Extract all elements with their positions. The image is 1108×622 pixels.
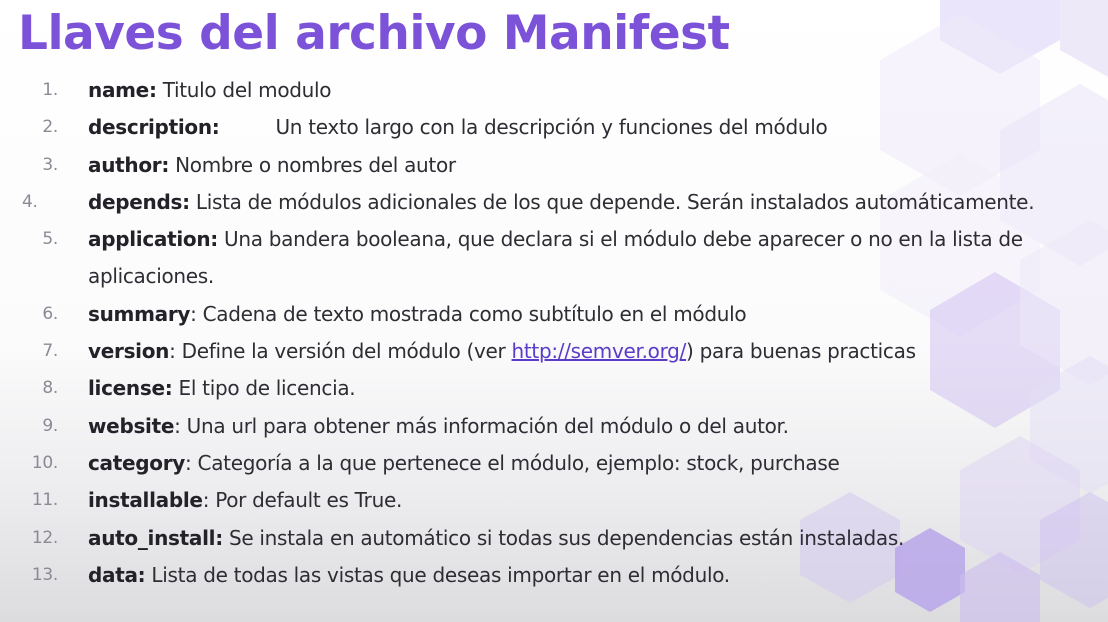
item-key: description:	[88, 115, 220, 140]
item-key: author:	[88, 152, 170, 177]
list-item-auto-install: 12. auto_install: Se instala en automáti…	[0, 520, 1050, 557]
item-key: name:	[88, 78, 157, 102]
list-item-application: 5. application: Una bandera booleana, qu…	[0, 221, 1050, 296]
item-description: Lista de módulos adicionales de los que …	[189, 189, 1035, 214]
item-key: version	[88, 339, 170, 364]
semver-link[interactable]: http://semver.org/	[512, 339, 687, 363]
item-number: 10.	[31, 452, 58, 473]
item-description: Nombre o nombres del autor	[169, 152, 456, 177]
item-number: 7.	[42, 341, 58, 362]
item-description: Titulo del modulo	[156, 78, 332, 102]
item-description: : Define la versión del módulo (ver	[169, 339, 512, 364]
item-number: 12.	[31, 527, 58, 548]
item-key: application:	[88, 227, 218, 252]
item-number: 4.	[22, 191, 38, 212]
hexagon-shape	[1060, 0, 1108, 77]
list-item-installable: 11. installable: Por default es True.	[0, 482, 1050, 519]
item-number: 13.	[31, 564, 58, 585]
item-number: 5.	[42, 229, 58, 250]
item-key: data:	[88, 562, 146, 587]
slide-title: Llaves del archivo Manifest	[18, 6, 730, 61]
list-item-description: 2. description: Un texto largo con la des…	[0, 109, 1050, 146]
item-number: 9.	[42, 415, 58, 436]
item-description: : Categoría a la que pertenece el módulo…	[185, 450, 840, 475]
slide: Llaves del archivo Manifest 1. name: Tit…	[0, 0, 1108, 622]
item-description: : Por default es True.	[202, 488, 403, 513]
list-item-license: 8. license: El tipo de licencia.	[0, 370, 1050, 407]
item-number: 2.	[42, 117, 58, 138]
list-item-author: 3. author: Nombre o nombres del autor	[0, 147, 1050, 184]
item-number: 3.	[42, 154, 58, 175]
item-description: Lista de todas las vistas que deseas imp…	[145, 562, 730, 587]
item-key: depends:	[88, 189, 190, 214]
item-description-tail: ) para buenas practicas	[686, 339, 916, 364]
list-item-summary: 6. summary: Cadena de texto mostrada com…	[0, 296, 1050, 333]
list-item-category: 10. category: Categoría a la que pertene…	[0, 445, 1050, 482]
item-description: El tipo de licencia.	[172, 376, 356, 401]
item-key: category	[88, 450, 186, 475]
item-number: 8.	[42, 378, 58, 399]
list-item-name: 1. name: Titulo del modulo	[0, 72, 1050, 109]
list-item-data: 13. data: Lista de todas las vistas que …	[0, 557, 1050, 594]
item-key: installable	[88, 488, 203, 513]
item-description: Se instala en automático si todas sus de…	[222, 525, 905, 550]
item-description: Un texto largo con la descripción y func…	[275, 115, 828, 140]
item-description: Una bandera booleana, que declara si el …	[88, 227, 1023, 289]
list-item-website: 9. website: Una url para obtener más inf…	[0, 408, 1050, 445]
item-key: license:	[88, 376, 173, 401]
item-number: 6.	[42, 303, 58, 324]
list-item-depends: 4. depends: Lista de módulos adicionales…	[0, 184, 1050, 221]
item-description: : Una url para obtener más información d…	[174, 413, 789, 438]
item-key: website	[88, 413, 175, 438]
item-key: summary	[88, 301, 191, 326]
item-number: 1.	[42, 80, 58, 100]
manifest-keys-list: 1. name: Titulo del modulo 2. descriptio…	[0, 72, 1108, 594]
list-item-version: 7. version: Define la versión del módulo…	[0, 333, 1050, 370]
item-number: 11.	[31, 490, 58, 511]
item-description: : Cadena de texto mostrada como subtítul…	[190, 301, 747, 326]
item-key: auto_install:	[88, 525, 223, 550]
